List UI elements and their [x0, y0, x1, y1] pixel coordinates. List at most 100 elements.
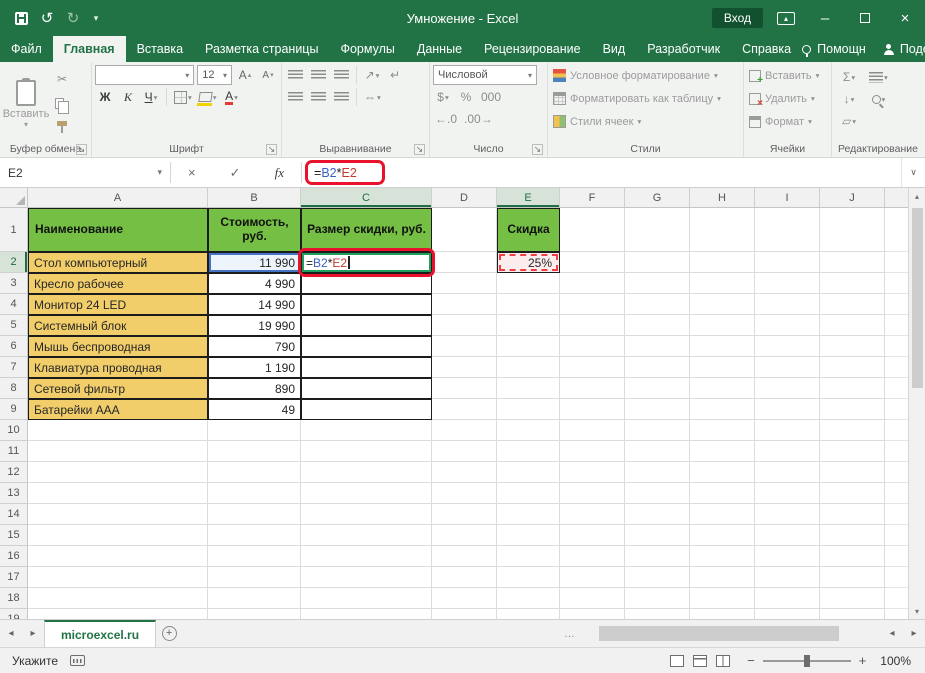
cell-J6[interactable] [820, 336, 885, 357]
undo-button[interactable]: ↺ [36, 5, 58, 31]
align-bottom-button[interactable] [331, 65, 351, 85]
tab-splitter-handle[interactable]: … [558, 628, 581, 640]
redo-button[interactable]: ↻ [62, 5, 84, 31]
cell-C1[interactable]: Размер скидки, руб. [301, 208, 432, 252]
cell-H11[interactable] [690, 441, 755, 462]
fill-button[interactable]: ↓▾ [839, 89, 859, 109]
normal-view-button[interactable] [670, 655, 684, 667]
accounting-format-button[interactable]: $▾ [433, 87, 453, 107]
cell-E6[interactable] [497, 336, 560, 357]
cell-J17[interactable] [820, 567, 885, 588]
cell-C16[interactable] [301, 546, 432, 567]
cell-D2[interactable] [432, 252, 497, 273]
cell-D7[interactable] [432, 357, 497, 378]
cell-C17[interactable] [301, 567, 432, 588]
cell-F10[interactable] [560, 420, 625, 441]
cell-A18[interactable] [28, 588, 208, 609]
row-header-12[interactable]: 12 [0, 462, 28, 483]
dialog-launcher-icon[interactable]: ↘ [414, 144, 425, 155]
cell-F16[interactable] [560, 546, 625, 567]
close-button[interactable]: × [885, 0, 925, 36]
cell-D15[interactable] [432, 525, 497, 546]
cell-J8[interactable] [820, 378, 885, 399]
cell-F17[interactable] [560, 567, 625, 588]
cell-D1[interactable] [432, 208, 497, 252]
paste-button[interactable]: Вставить ▾ [3, 65, 49, 140]
vertical-scrollbar[interactable]: ▴ ▾ [908, 188, 925, 619]
cell-D16[interactable] [432, 546, 497, 567]
copy-button[interactable]: ▾ [52, 93, 72, 113]
cell-B5[interactable]: 19 990 [208, 315, 301, 336]
cell-A9[interactable]: Батарейки AAA [28, 399, 208, 420]
cell-A11[interactable] [28, 441, 208, 462]
tab-home[interactable]: Главная [53, 36, 126, 62]
cell-B17[interactable] [208, 567, 301, 588]
cell-H3[interactable] [690, 273, 755, 294]
number-format-select[interactable]: Числовой▾ [433, 65, 537, 85]
cell-E1[interactable]: Скидка [497, 208, 560, 252]
cell-H4[interactable] [690, 294, 755, 315]
cell-F13[interactable] [560, 483, 625, 504]
cell-A5[interactable]: Системный блок [28, 315, 208, 336]
cell-H9[interactable] [690, 399, 755, 420]
cell-I17[interactable] [755, 567, 820, 588]
font-size-select[interactable]: 12▾ [197, 65, 232, 85]
cell-G10[interactable] [625, 420, 690, 441]
cell-J3[interactable] [820, 273, 885, 294]
cell-D11[interactable] [432, 441, 497, 462]
row-header-10[interactable]: 10 [0, 420, 28, 441]
cell-H12[interactable] [690, 462, 755, 483]
increase-font-size-button[interactable]: А▴ [235, 65, 255, 85]
cell-E19[interactable] [497, 609, 560, 619]
cell-C2[interactable]: =B2*E2 [301, 252, 432, 273]
increase-decimal-button[interactable]: ←.0 [433, 109, 459, 129]
cell-C19[interactable] [301, 609, 432, 619]
cell-F1[interactable] [560, 208, 625, 252]
cell-J4[interactable] [820, 294, 885, 315]
name-box[interactable]: E2 ▾ [0, 158, 170, 187]
tab-insert[interactable]: Вставка [126, 36, 194, 62]
row-header-15[interactable]: 15 [0, 525, 28, 546]
cell-G9[interactable] [625, 399, 690, 420]
cell-F6[interactable] [560, 336, 625, 357]
cell-A15[interactable] [28, 525, 208, 546]
cell-H10[interactable] [690, 420, 755, 441]
cell-G3[interactable] [625, 273, 690, 294]
cell-J10[interactable] [820, 420, 885, 441]
cell-H17[interactable] [690, 567, 755, 588]
cell-C9[interactable] [301, 399, 432, 420]
page-break-view-button[interactable] [716, 655, 730, 667]
cell-C18[interactable] [301, 588, 432, 609]
cell-D5[interactable] [432, 315, 497, 336]
cell-F5[interactable] [560, 315, 625, 336]
align-right-button[interactable] [331, 87, 351, 107]
conditional-formatting-button[interactable]: Условное форматирование▾ [551, 65, 740, 86]
cell-F8[interactable] [560, 378, 625, 399]
autosum-button[interactable]: Σ▾ [839, 67, 859, 87]
sheet-tab-microexcel[interactable]: microexcel.ru [44, 620, 156, 647]
cell-A13[interactable] [28, 483, 208, 504]
sheet-prev-button[interactable]: ◂ [0, 620, 22, 647]
cell-A7[interactable]: Клавиатура проводная [28, 357, 208, 378]
orientation-button[interactable]: ↗▾ [362, 65, 382, 85]
cell-styles-button[interactable]: Стили ячеек▾ [551, 111, 740, 132]
cell-B7[interactable]: 1 190 [208, 357, 301, 378]
cell-D19[interactable] [432, 609, 497, 619]
horizontal-scrollbar[interactable] [581, 620, 881, 647]
tab-view[interactable]: Вид [592, 36, 637, 62]
cell-G16[interactable] [625, 546, 690, 567]
scroll-down-button[interactable]: ▾ [909, 603, 925, 619]
cell-E11[interactable] [497, 441, 560, 462]
bold-button[interactable]: Ж [95, 87, 115, 107]
column-header-F[interactable]: F [560, 188, 625, 207]
cell-E2[interactable]: 25% [497, 252, 560, 273]
column-header-G[interactable]: G [625, 188, 690, 207]
cell-I4[interactable] [755, 294, 820, 315]
minimize-button[interactable]: – [805, 0, 845, 36]
cell-C15[interactable] [301, 525, 432, 546]
customize-qat-button[interactable]: ▾ [85, 5, 107, 31]
cell-F9[interactable] [560, 399, 625, 420]
cell-C6[interactable] [301, 336, 432, 357]
cell-D6[interactable] [432, 336, 497, 357]
row-header-17[interactable]: 17 [0, 567, 28, 588]
